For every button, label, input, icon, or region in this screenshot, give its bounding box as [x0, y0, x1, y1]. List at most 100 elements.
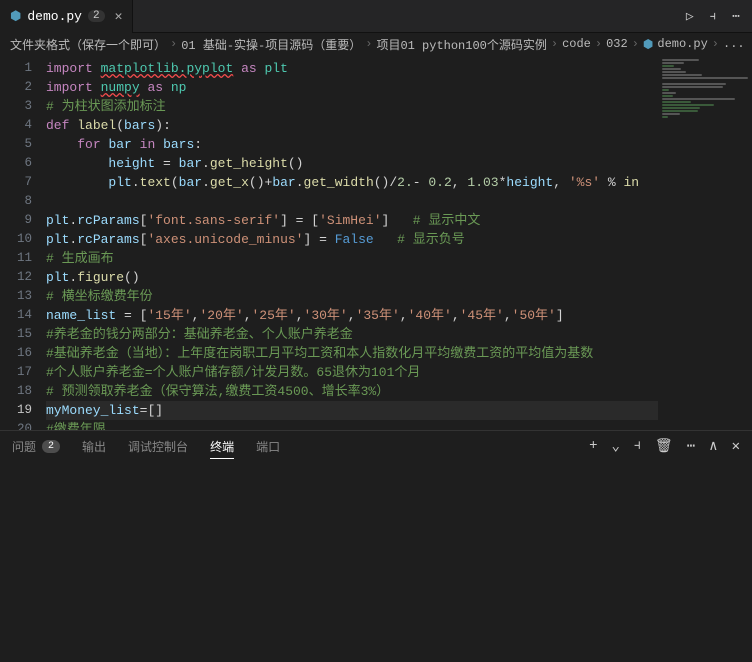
minimap-line: [662, 101, 691, 103]
line-number: 6: [0, 154, 46, 173]
line-number: 17: [0, 363, 46, 382]
line-number: 16: [0, 344, 46, 363]
line-number: 7: [0, 173, 46, 192]
panel-actions: + ⌄ ⫞ 🗑 ⋯ ∧ ✕: [589, 438, 740, 455]
close-icon[interactable]: ✕: [115, 9, 123, 24]
line-number: 13: [0, 287, 46, 306]
chevron-right-icon: ›: [632, 37, 639, 51]
line-number: 9: [0, 211, 46, 230]
python-file-icon: ⬢: [10, 9, 21, 24]
code-line[interactable]: # 横坐标缴费年份: [46, 287, 752, 306]
minimap-line: [662, 107, 700, 109]
editor[interactable]: 1234567891011121314151617181920 import m…: [0, 55, 752, 430]
minimap-line: [662, 92, 676, 94]
tab-terminal[interactable]: 终端: [210, 438, 234, 459]
minimap-line: [662, 98, 735, 100]
code-line[interactable]: name_list = ['15年','20年','25年','30年','35…: [46, 306, 752, 325]
editor-actions: ▷ ⫞ ⋯: [674, 9, 752, 24]
trash-icon[interactable]: 🗑: [655, 438, 673, 455]
tab-bar: ⬢ demo.py 2 ✕ ▷ ⫞ ⋯: [0, 0, 752, 33]
code-line[interactable]: height = bar.get_height(): [46, 154, 752, 173]
new-terminal-icon[interactable]: +: [589, 438, 597, 455]
minimap-line: [662, 83, 726, 85]
code-line[interactable]: [46, 192, 752, 211]
tab-output[interactable]: 输出: [82, 438, 106, 455]
code-line[interactable]: #个人账户养老金=个人账户储存额/计发月数。65退休为101个月: [46, 363, 752, 382]
minimap-line: [662, 65, 674, 67]
tab-problems-label: 问题: [12, 438, 36, 455]
line-number: 18: [0, 382, 46, 401]
minimap-line: [662, 59, 699, 61]
tab-debug-console[interactable]: 调试控制台: [128, 438, 188, 455]
code-line[interactable]: plt.rcParams['font.sans-serif'] = ['SimH…: [46, 211, 752, 230]
minimap-line: [662, 113, 680, 115]
split-editor-icon[interactable]: ⫞: [710, 9, 717, 24]
python-file-icon: ⬢: [643, 37, 653, 52]
minimap-line: [662, 68, 681, 70]
line-number: 4: [0, 116, 46, 135]
close-panel-icon[interactable]: ✕: [732, 438, 740, 455]
breadcrumb-item[interactable]: 01 基础-实操-项目源码（重要）: [181, 36, 361, 53]
line-number: 1: [0, 59, 46, 78]
tab-filename: demo.py: [27, 9, 82, 24]
tab-badge: 2: [88, 10, 105, 22]
breadcrumb-file[interactable]: demo.py: [657, 37, 707, 51]
breadcrumb-item[interactable]: 文件夹格式（保存一个即可）: [10, 36, 166, 53]
line-number: 15: [0, 325, 46, 344]
minimap-line: [662, 86, 723, 88]
code-line[interactable]: #基础养老金（当地）：上年度在岗职工月平均工资和本人指数化月平均缴费工资的平均值…: [46, 344, 752, 363]
code-line[interactable]: #缴费年限: [46, 420, 752, 430]
tab-demo-py[interactable]: ⬢ demo.py 2 ✕: [0, 0, 133, 33]
minimap-line: [662, 77, 748, 79]
breadcrumb-item[interactable]: 032: [606, 37, 628, 51]
problem-count-badge: 2: [42, 440, 60, 453]
minimap-line: [662, 95, 673, 97]
code-line[interactable]: #养老金的钱分两部分：基础养老金、个人账户养老金: [46, 325, 752, 344]
minimap-line: [662, 74, 702, 76]
code-line[interactable]: plt.rcParams['axes.unicode_minus'] = Fal…: [46, 230, 752, 249]
line-number: 5: [0, 135, 46, 154]
bottom-panel: 问题 2 输出 调试控制台 终端 端口 + ⌄ ⫞ 🗑 ⋯ ∧ ✕: [0, 430, 752, 662]
tab-ports[interactable]: 端口: [256, 438, 280, 455]
minimap-line: [662, 62, 684, 64]
code-line[interactable]: myMoney_list=[]: [46, 401, 752, 420]
chevron-right-icon: ›: [551, 37, 558, 51]
breadcrumb-more[interactable]: ...: [723, 37, 745, 51]
run-icon[interactable]: ▷: [686, 9, 694, 24]
code-area[interactable]: import matplotlib.pyplot as pltimport nu…: [46, 55, 752, 430]
line-number: 12: [0, 268, 46, 287]
minimap-line: [662, 104, 714, 106]
minimap-line: [662, 71, 686, 73]
minimap-line: [662, 89, 669, 91]
more-icon[interactable]: ⋯: [732, 9, 740, 24]
line-number: 10: [0, 230, 46, 249]
breadcrumb[interactable]: 文件夹格式（保存一个即可） › 01 基础-实操-项目源码（重要） › 项目01…: [0, 33, 752, 55]
code-line[interactable]: # 预测领取养老金（保守算法,缴费工资4500、增长率3%）: [46, 382, 752, 401]
code-line[interactable]: # 生成画布: [46, 249, 752, 268]
code-line[interactable]: # 为柱状图添加标注: [46, 97, 752, 116]
minimap-line: [662, 110, 698, 112]
maximize-icon[interactable]: ∧: [709, 438, 717, 455]
terminal-dropdown-icon[interactable]: ⌄: [611, 438, 619, 455]
breadcrumb-item[interactable]: 项目01 python100个源码实例: [376, 36, 546, 53]
line-number: 2: [0, 78, 46, 97]
code-line[interactable]: import matplotlib.pyplot as plt: [46, 59, 752, 78]
panel-tabs: 问题 2 输出 调试控制台 终端 端口 + ⌄ ⫞ 🗑 ⋯ ∧ ✕: [0, 431, 752, 462]
code-line[interactable]: for bar in bars:: [46, 135, 752, 154]
tab-problems[interactable]: 问题 2: [12, 438, 60, 455]
code-line[interactable]: plt.figure(): [46, 268, 752, 287]
split-terminal-icon[interactable]: ⫞: [634, 438, 641, 455]
line-number: 19: [0, 401, 46, 420]
minimap-line: [662, 116, 668, 118]
breadcrumb-item[interactable]: code: [562, 37, 591, 51]
line-number: 8: [0, 192, 46, 211]
line-number-gutter: 1234567891011121314151617181920: [0, 55, 46, 430]
chevron-right-icon: ›: [170, 37, 177, 51]
code-line[interactable]: plt.text(bar.get_x()+bar.get_width()/2.-…: [46, 173, 752, 192]
more-icon[interactable]: ⋯: [687, 438, 695, 455]
minimap[interactable]: [658, 55, 752, 430]
chevron-right-icon: ›: [365, 37, 372, 51]
code-line[interactable]: import numpy as np: [46, 78, 752, 97]
chevron-right-icon: ›: [712, 37, 719, 51]
code-line[interactable]: def label(bars):: [46, 116, 752, 135]
